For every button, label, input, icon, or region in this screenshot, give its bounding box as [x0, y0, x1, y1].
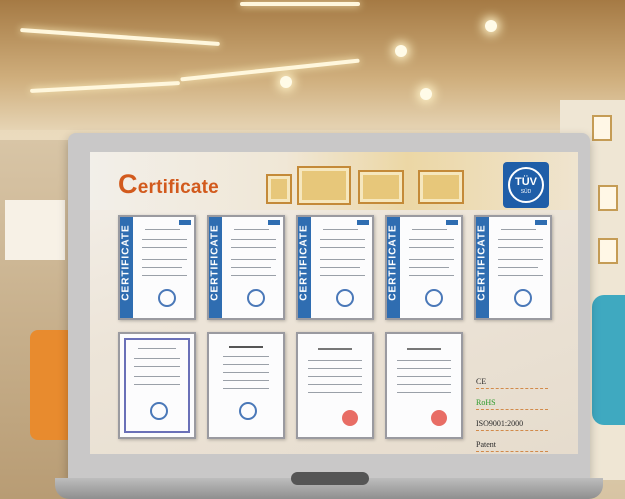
cert-band-label: CERTIFICATE [298, 224, 310, 301]
wall-plaque [418, 170, 464, 204]
spotlight [420, 88, 432, 100]
spotlight [485, 20, 497, 32]
cert-tag [268, 220, 280, 225]
wall-plaque [266, 174, 292, 204]
cert-seal [514, 289, 532, 307]
wall-plaque [297, 166, 351, 205]
cert-band: CERTIFICATE [387, 217, 400, 318]
certificate-document-icon [296, 332, 374, 439]
badge-main: TÜV [515, 176, 537, 188]
wall-frame [592, 115, 612, 141]
standard-item: ISO9001:2000 [476, 416, 556, 437]
certificate-document-icon: CERTIFICATE [207, 215, 285, 320]
laptop-screen: Certificate TÜV SÜD CERTIFICATE CERTIFIC… [90, 152, 578, 454]
certificate-document-icon [118, 332, 196, 439]
cert-seal [158, 289, 176, 307]
wall-frame [598, 238, 618, 264]
standard-item: RoHS [476, 395, 556, 416]
display-shelf [5, 200, 65, 260]
cert-band-label: CERTIFICATE [120, 224, 132, 301]
cert-red-seal [431, 410, 447, 426]
standard-label: ISO9001:2000 [476, 419, 524, 428]
laptop-notch [291, 472, 369, 485]
certificate-document-icon: CERTIFICATE [385, 215, 463, 320]
page-title: Certificate [118, 169, 219, 200]
cert-seal [336, 289, 354, 307]
cert-seal [239, 402, 257, 420]
spotlight [395, 45, 407, 57]
cert-seal [150, 402, 168, 420]
certificate-document-icon [385, 332, 463, 439]
cert-tag [446, 220, 458, 225]
cert-band: CERTIFICATE [209, 217, 222, 318]
cert-band: CERTIFICATE [298, 217, 311, 318]
cert-seal [247, 289, 265, 307]
cert-band-label: CERTIFICATE [387, 224, 399, 301]
title-first-letter: C [118, 169, 138, 199]
certificate-document-icon [207, 332, 285, 439]
cert-band: CERTIFICATE [476, 217, 489, 318]
standard-label: Patent [476, 440, 496, 449]
standard-item: CE [476, 374, 556, 395]
badge-sub: SÜD [520, 189, 532, 195]
ceiling-light [240, 2, 360, 6]
cert-seal [425, 289, 443, 307]
wall-frame [598, 185, 618, 211]
title-rest: ertificate [137, 177, 219, 198]
cert-band-label: CERTIFICATE [476, 224, 488, 301]
certificate-document-icon: CERTIFICATE [118, 215, 196, 320]
standard-item: Patent [476, 437, 556, 454]
standards-list: CE RoHS ISO9001:2000 Patent [476, 374, 556, 454]
certificate-document-icon: CERTIFICATE [296, 215, 374, 320]
cert-band-label: CERTIFICATE [209, 224, 221, 301]
cert-band: CERTIFICATE [120, 217, 133, 318]
standard-label: RoHS [476, 398, 496, 407]
cert-tag [535, 220, 547, 225]
wall-plaque [358, 170, 404, 204]
standard-label: CE [476, 377, 487, 386]
cert-tag [179, 220, 191, 225]
spotlight [280, 76, 292, 88]
tuv-sud-badge-icon: TÜV SÜD [503, 162, 549, 208]
cert-red-seal [342, 410, 358, 426]
teal-product [592, 295, 625, 425]
cert-tag [357, 220, 369, 225]
certificate-document-icon: CERTIFICATE [474, 215, 552, 320]
left-display-wall [0, 140, 75, 499]
